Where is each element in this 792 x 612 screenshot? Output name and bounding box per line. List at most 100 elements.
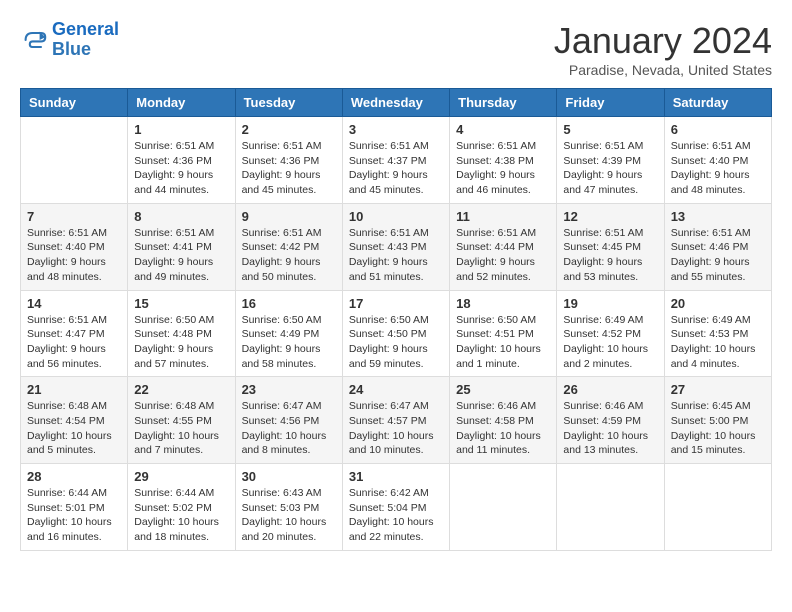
day-number: 14 [27, 296, 121, 311]
day-number: 22 [134, 382, 228, 397]
calendar-cell: 26 Sunrise: 6:46 AMSunset: 4:59 PMDayligh… [557, 377, 664, 464]
calendar-cell: 30Sunrise: 6:43 AMSunset: 5:03 PMDayligh… [235, 464, 342, 551]
calendar-week-row: 21Sunrise: 6:48 AMSunset: 4:54 PMDayligh… [21, 377, 772, 464]
day-info: Sunrise: 6:49 AMSunset: 4:52 PMDaylight:… [563, 313, 657, 372]
month-title: January 2024 [554, 20, 772, 62]
calendar-cell: 16 Sunrise: 6:50 AMSunset: 4:49 PMDayligh… [235, 290, 342, 377]
day-number: 18 [456, 296, 550, 311]
calendar-cell: 10 Sunrise: 6:51 AMSunset: 4:43 PMDayligh… [342, 203, 449, 290]
calendar-cell: 17Sunrise: 6:50 AMSunset: 4:50 PMDayligh… [342, 290, 449, 377]
calendar-cell: 27 Sunrise: 6:45 AMSunset: 5:00 PMDayligh… [664, 377, 771, 464]
calendar-cell: 1 Sunrise: 6:51 AMSunset: 4:36 PMDaylight… [128, 117, 235, 204]
day-of-week-header: Sunday [21, 89, 128, 117]
logo-text: General Blue [52, 20, 119, 60]
day-info: Sunrise: 6:51 AMSunset: 4:42 PMDaylight:… [242, 226, 336, 285]
calendar-cell: 20 Sunrise: 6:49 AMSunset: 4:53 PMDayligh… [664, 290, 771, 377]
location-subtitle: Paradise, Nevada, United States [554, 62, 772, 78]
day-number: 15 [134, 296, 228, 311]
calendar-cell: 9 Sunrise: 6:51 AMSunset: 4:42 PMDaylight… [235, 203, 342, 290]
day-info: Sunrise: 6:51 AMSunset: 4:46 PMDaylight:… [671, 226, 765, 285]
calendar-cell [21, 117, 128, 204]
day-number: 6 [671, 122, 765, 137]
day-info: Sunrise: 6:46 AMSunset: 4:58 PMDaylight:… [456, 399, 550, 458]
day-info: Sunrise: 6:43 AMSunset: 5:03 PMDaylight:… [242, 486, 336, 545]
day-info: Sunrise: 6:46 AMSunset: 4:59 PMDaylight:… [563, 399, 657, 458]
day-number: 7 [27, 209, 121, 224]
calendar-cell [664, 464, 771, 551]
calendar-cell: 19 Sunrise: 6:49 AMSunset: 4:52 PMDayligh… [557, 290, 664, 377]
calendar-cell: 24Sunrise: 6:47 AMSunset: 4:57 PMDayligh… [342, 377, 449, 464]
calendar-cell: 29 Sunrise: 6:44 AMSunset: 5:02 PMDayligh… [128, 464, 235, 551]
day-number: 31 [349, 469, 443, 484]
calendar-cell: 13Sunrise: 6:51 AMSunset: 4:46 PMDayligh… [664, 203, 771, 290]
calendar-week-row: 7 Sunrise: 6:51 AMSunset: 4:40 PMDaylight… [21, 203, 772, 290]
day-info: Sunrise: 6:44 AMSunset: 5:01 PMDaylight:… [27, 486, 121, 545]
day-number: 20 [671, 296, 765, 311]
calendar-week-row: 14 Sunrise: 6:51 AMSunset: 4:47 PMDayligh… [21, 290, 772, 377]
day-number: 16 [242, 296, 336, 311]
calendar-cell: 8Sunrise: 6:51 AMSunset: 4:41 PMDaylight… [128, 203, 235, 290]
day-info: Sunrise: 6:48 AMSunset: 4:55 PMDaylight:… [134, 399, 228, 458]
day-info: Sunrise: 6:49 AMSunset: 4:53 PMDaylight:… [671, 313, 765, 372]
day-info: Sunrise: 6:51 AMSunset: 4:36 PMDaylight:… [134, 139, 228, 198]
calendar-cell: 14 Sunrise: 6:51 AMSunset: 4:47 PMDayligh… [21, 290, 128, 377]
day-number: 2 [242, 122, 336, 137]
logo-icon [20, 26, 48, 54]
day-number: 25 [456, 382, 550, 397]
day-number: 1 [134, 122, 228, 137]
day-info: Sunrise: 6:51 AMSunset: 4:44 PMDaylight:… [456, 226, 550, 285]
day-number: 27 [671, 382, 765, 397]
day-info: Sunrise: 6:51 AMSunset: 4:37 PMDaylight:… [349, 139, 443, 198]
calendar-cell: 31 Sunrise: 6:42 AMSunset: 5:04 PMDayligh… [342, 464, 449, 551]
calendar-cell [557, 464, 664, 551]
calendar-cell [450, 464, 557, 551]
day-number: 28 [27, 469, 121, 484]
calendar-cell: 22 Sunrise: 6:48 AMSunset: 4:55 PMDayligh… [128, 377, 235, 464]
logo: General Blue [20, 20, 119, 60]
calendar-cell: 15 Sunrise: 6:50 AMSunset: 4:48 PMDayligh… [128, 290, 235, 377]
day-number: 3 [349, 122, 443, 137]
day-number: 4 [456, 122, 550, 137]
calendar-cell: 3 Sunrise: 6:51 AMSunset: 4:37 PMDaylight… [342, 117, 449, 204]
calendar-cell: 4 Sunrise: 6:51 AMSunset: 4:38 PMDaylight… [450, 117, 557, 204]
calendar-cell: 11Sunrise: 6:51 AMSunset: 4:44 PMDayligh… [450, 203, 557, 290]
day-info: Sunrise: 6:42 AMSunset: 5:04 PMDaylight:… [349, 486, 443, 545]
day-info: Sunrise: 6:51 AMSunset: 4:40 PMDaylight:… [27, 226, 121, 285]
calendar-cell: 23 Sunrise: 6:47 AMSunset: 4:56 PMDayligh… [235, 377, 342, 464]
day-number: 5 [563, 122, 657, 137]
day-info: Sunrise: 6:44 AMSunset: 5:02 PMDaylight:… [134, 486, 228, 545]
day-number: 9 [242, 209, 336, 224]
day-number: 19 [563, 296, 657, 311]
day-number: 10 [349, 209, 443, 224]
day-info: Sunrise: 6:51 AMSunset: 4:45 PMDaylight:… [563, 226, 657, 285]
day-of-week-header: Wednesday [342, 89, 449, 117]
day-info: Sunrise: 6:45 AMSunset: 5:00 PMDaylight:… [671, 399, 765, 458]
calendar-cell: 25 Sunrise: 6:46 AMSunset: 4:58 PMDayligh… [450, 377, 557, 464]
day-of-week-header: Monday [128, 89, 235, 117]
calendar-week-row: 28 Sunrise: 6:44 AMSunset: 5:01 PMDayligh… [21, 464, 772, 551]
calendar-cell: 12Sunrise: 6:51 AMSunset: 4:45 PMDayligh… [557, 203, 664, 290]
day-info: Sunrise: 6:50 AMSunset: 4:48 PMDaylight:… [134, 313, 228, 372]
day-info: Sunrise: 6:51 AMSunset: 4:40 PMDaylight:… [671, 139, 765, 198]
day-of-week-header: Tuesday [235, 89, 342, 117]
day-of-week-header: Thursday [450, 89, 557, 117]
day-info: Sunrise: 6:50 AMSunset: 4:51 PMDaylight:… [456, 313, 550, 372]
day-number: 29 [134, 469, 228, 484]
day-info: Sunrise: 6:50 AMSunset: 4:50 PMDaylight:… [349, 313, 443, 372]
calendar-week-row: 1 Sunrise: 6:51 AMSunset: 4:36 PMDaylight… [21, 117, 772, 204]
calendar-cell: 18 Sunrise: 6:50 AMSunset: 4:51 PMDayligh… [450, 290, 557, 377]
day-number: 21 [27, 382, 121, 397]
day-info: Sunrise: 6:51 AMSunset: 4:38 PMDaylight:… [456, 139, 550, 198]
day-info: Sunrise: 6:51 AMSunset: 4:47 PMDaylight:… [27, 313, 121, 372]
calendar-cell: 2Sunrise: 6:51 AMSunset: 4:36 PMDaylight… [235, 117, 342, 204]
day-info: Sunrise: 6:51 AMSunset: 4:39 PMDaylight:… [563, 139, 657, 198]
day-number: 26 [563, 382, 657, 397]
day-info: Sunrise: 6:47 AMSunset: 4:56 PMDaylight:… [242, 399, 336, 458]
day-info: Sunrise: 6:51 AMSunset: 4:43 PMDaylight:… [349, 226, 443, 285]
day-of-week-header: Friday [557, 89, 664, 117]
calendar-cell: 5 Sunrise: 6:51 AMSunset: 4:39 PMDaylight… [557, 117, 664, 204]
day-info: Sunrise: 6:50 AMSunset: 4:49 PMDaylight:… [242, 313, 336, 372]
calendar-cell: 28 Sunrise: 6:44 AMSunset: 5:01 PMDayligh… [21, 464, 128, 551]
day-info: Sunrise: 6:51 AMSunset: 4:41 PMDaylight:… [134, 226, 228, 285]
day-number: 23 [242, 382, 336, 397]
